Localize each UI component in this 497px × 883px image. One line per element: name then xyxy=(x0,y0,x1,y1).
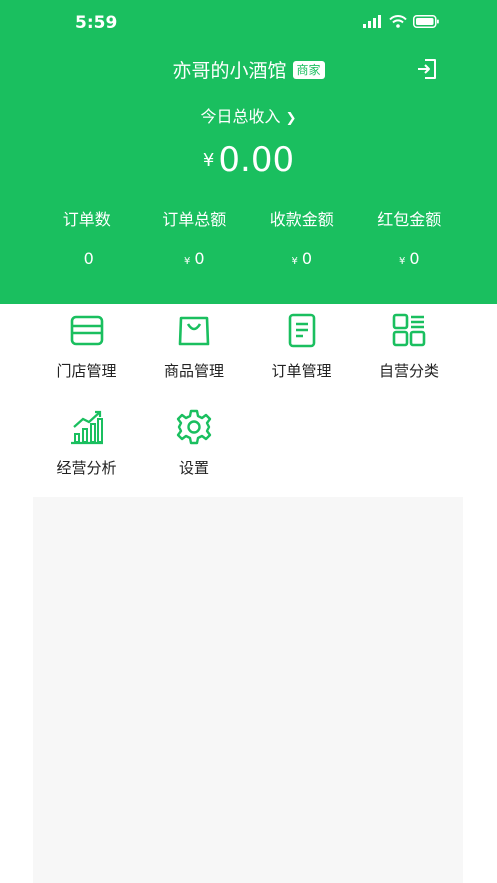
menu-label: 订单管理 xyxy=(271,362,332,380)
stats-row: 订单数 0 订单总额 ¥0 收款金额 ¥0 红包金额 ¥0 xyxy=(33,209,463,268)
menu-item-order-management[interactable]: 订单管理 xyxy=(248,310,355,381)
income-currency: ¥ xyxy=(202,149,215,171)
signal-icon xyxy=(363,15,381,28)
stat-value: ¥0 xyxy=(398,249,420,268)
income-amount: ¥0.00 xyxy=(0,140,497,180)
menu-label: 自营分类 xyxy=(378,362,439,380)
shopping-bag-icon xyxy=(178,316,210,346)
store-icon xyxy=(70,315,103,346)
stat-label: 订单总额 xyxy=(162,210,227,229)
menu-item-product-management[interactable]: 商品管理 xyxy=(141,310,248,381)
stat-label: 订单数 xyxy=(62,210,111,229)
status-icons xyxy=(363,15,439,28)
header-panel: 5:59 亦哥的小酒馆 商家 今日总收入 ❯ ¥ 0.00 订单数 0 订单总额… xyxy=(0,0,497,304)
content-panel xyxy=(33,497,463,883)
shop-name: 亦哥的小酒馆 xyxy=(172,60,287,82)
income-label: 今日总收入 xyxy=(200,107,281,126)
stat-label: 收款金额 xyxy=(269,210,334,229)
stat-order-count: 订单数 0 xyxy=(33,209,141,268)
menu-label: 门店管理 xyxy=(56,362,117,380)
logout-icon[interactable] xyxy=(415,57,439,81)
stat-value: 0 xyxy=(83,249,94,268)
menu-label: 商品管理 xyxy=(163,362,224,380)
menu-item-settings[interactable]: 设置 xyxy=(141,407,248,478)
merchant-badge: 商家 xyxy=(292,60,325,79)
stat-order-total: 订单总额 ¥0 xyxy=(141,209,249,268)
stat-received-amount: 收款金额 ¥0 xyxy=(248,209,356,268)
stat-value: ¥0 xyxy=(183,249,205,268)
gear-icon xyxy=(176,409,212,445)
stat-label: 红包金额 xyxy=(377,210,442,229)
status-time: 5:59 xyxy=(75,13,118,33)
stat-value: ¥0 xyxy=(291,249,313,268)
battery-icon xyxy=(413,15,439,28)
category-grid-icon xyxy=(392,313,426,347)
chevron-right-icon: ❯ xyxy=(285,111,297,126)
income-value: 0.00 xyxy=(218,140,295,180)
document-icon xyxy=(288,313,315,348)
menu-label: 经营分析 xyxy=(56,459,117,477)
bar-chart-icon xyxy=(70,410,103,445)
menu-item-business-analysis[interactable]: 经营分析 xyxy=(33,407,140,478)
status-bar: 5:59 xyxy=(0,0,497,44)
menu-label: 设置 xyxy=(178,459,209,477)
menu-item-store-management[interactable]: 门店管理 xyxy=(33,310,140,381)
stat-red-packet-amount: 红包金额 ¥0 xyxy=(356,209,464,268)
menu-item-self-category[interactable]: 自营分类 xyxy=(356,310,463,381)
wifi-icon xyxy=(389,15,407,28)
today-income-link[interactable]: 今日总收入 ❯ xyxy=(0,103,497,127)
